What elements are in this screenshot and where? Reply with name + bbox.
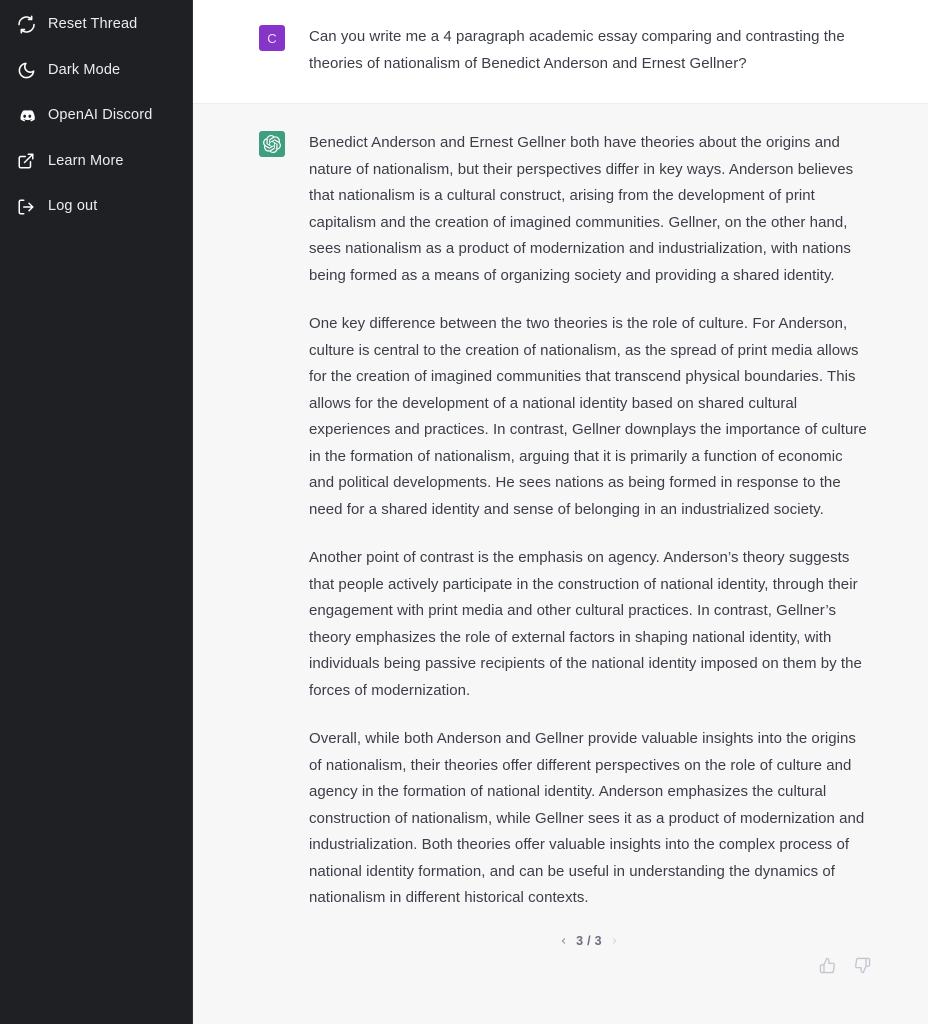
- chat-thread: C Can you write me a 4 paragraph academi…: [193, 0, 928, 1024]
- sidebar: Reset Thread Dark Mode OpenAI Discord Le…: [0, 0, 193, 1024]
- thumbs-up-icon[interactable]: [817, 956, 837, 976]
- assistant-paragraph: Benedict Anderson and Ernest Gellner bot…: [309, 134, 854, 284]
- avatar-initial: C: [267, 30, 277, 46]
- chat-app-window: Reset Thread Dark Mode OpenAI Discord Le…: [0, 0, 928, 1024]
- assistant-paragraph: Another point of contrast is the emphasi…: [309, 549, 862, 699]
- sidebar-item-openai-discord[interactable]: OpenAI Discord: [0, 100, 192, 131]
- feedback-controls: [193, 956, 928, 976]
- sidebar-item-learn-more[interactable]: Learn More: [0, 146, 192, 177]
- thumbs-down-icon[interactable]: [852, 956, 872, 976]
- sidebar-item-label: OpenAI Discord: [48, 107, 153, 124]
- avatar: [259, 131, 285, 157]
- reset-thread-icon: [16, 15, 36, 35]
- pagination-count: 3 / 3: [576, 933, 602, 948]
- sidebar-item-label: Reset Thread: [48, 16, 138, 33]
- user-message-text: Can you write me a 4 paragraph academic …: [309, 28, 845, 72]
- external-link-icon: [16, 151, 36, 171]
- sidebar-item-label: Log out: [48, 198, 98, 215]
- sidebar-item-label: Dark Mode: [48, 61, 121, 78]
- sidebar-item-dark-mode[interactable]: Dark Mode: [0, 55, 192, 86]
- sidebar-item-label: Learn More: [48, 152, 124, 169]
- moon-icon: [16, 60, 36, 80]
- assistant-message-body: Benedict Anderson and Ernest Gellner bot…: [309, 130, 869, 948]
- response-pagination: 3 / 3: [309, 934, 869, 948]
- openai-logo-icon: [263, 135, 281, 153]
- sidebar-item-reset-thread[interactable]: Reset Thread: [0, 9, 192, 40]
- user-message-body: Can you write me a 4 paragraph academic …: [309, 24, 869, 77]
- logout-icon: [16, 197, 36, 217]
- assistant-message-row: Benedict Anderson and Ernest Gellner bot…: [193, 104, 928, 948]
- chevron-right-icon[interactable]: [609, 934, 621, 948]
- user-message-row: C Can you write me a 4 paragraph academi…: [193, 0, 928, 104]
- chevron-left-icon[interactable]: [557, 934, 569, 948]
- assistant-paragraph: Overall, while both Anderson and Gellner…: [309, 730, 865, 906]
- sidebar-item-log-out[interactable]: Log out: [0, 191, 192, 222]
- avatar: C: [259, 25, 285, 51]
- assistant-paragraph: One key difference between the two theor…: [309, 315, 867, 518]
- discord-icon: [16, 106, 36, 126]
